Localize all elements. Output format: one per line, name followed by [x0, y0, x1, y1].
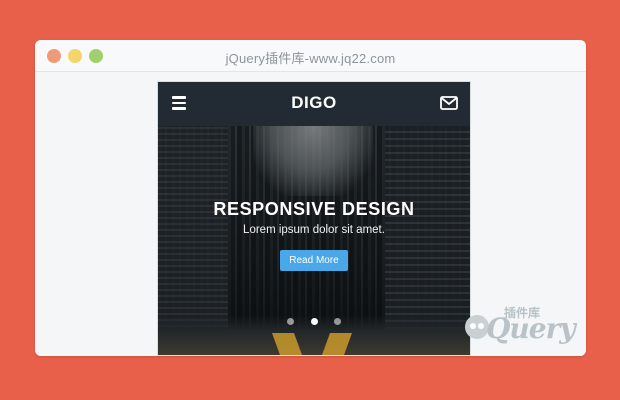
hero-slider: RESPONSIVE DESIGN Lorem ipsum dolor sit …	[158, 126, 470, 355]
jquery-watermark-logo: 插件库 Query	[464, 302, 576, 346]
envelope-icon[interactable]	[440, 96, 458, 110]
slide-dot-3[interactable]	[333, 318, 341, 325]
hero-caption: RESPONSIVE DESIGN Lorem ipsum dolor sit …	[158, 199, 470, 271]
slider-pagination	[158, 312, 470, 330]
slide-dot-2[interactable]	[310, 318, 318, 325]
phone-preview: DIGO RESPONSIVE DESIGN Lorem ipsum dolor…	[158, 82, 470, 355]
read-more-button[interactable]: Read More	[280, 250, 348, 271]
slide-dot-1[interactable]	[287, 318, 295, 325]
hero-title: RESPONSIVE DESIGN	[213, 199, 415, 219]
window-title: jQuery插件库-www.jq22.com	[225, 51, 396, 66]
window-titlebar: jQuery插件库-www.jq22.com	[35, 40, 586, 72]
brand-logo[interactable]: DIGO	[158, 93, 470, 113]
app-header: DIGO	[158, 82, 470, 126]
hero-subtitle: Lorem ipsum dolor sit amet.	[243, 224, 385, 236]
browser-window: jQuery插件库-www.jq22.com DIGO RESPONSIVE D…	[35, 40, 586, 356]
watermark-big-text: Query	[486, 312, 576, 345]
page-content: DIGO RESPONSIVE DESIGN Lorem ipsum dolor…	[35, 72, 586, 356]
hero-image-sky	[253, 126, 373, 196]
